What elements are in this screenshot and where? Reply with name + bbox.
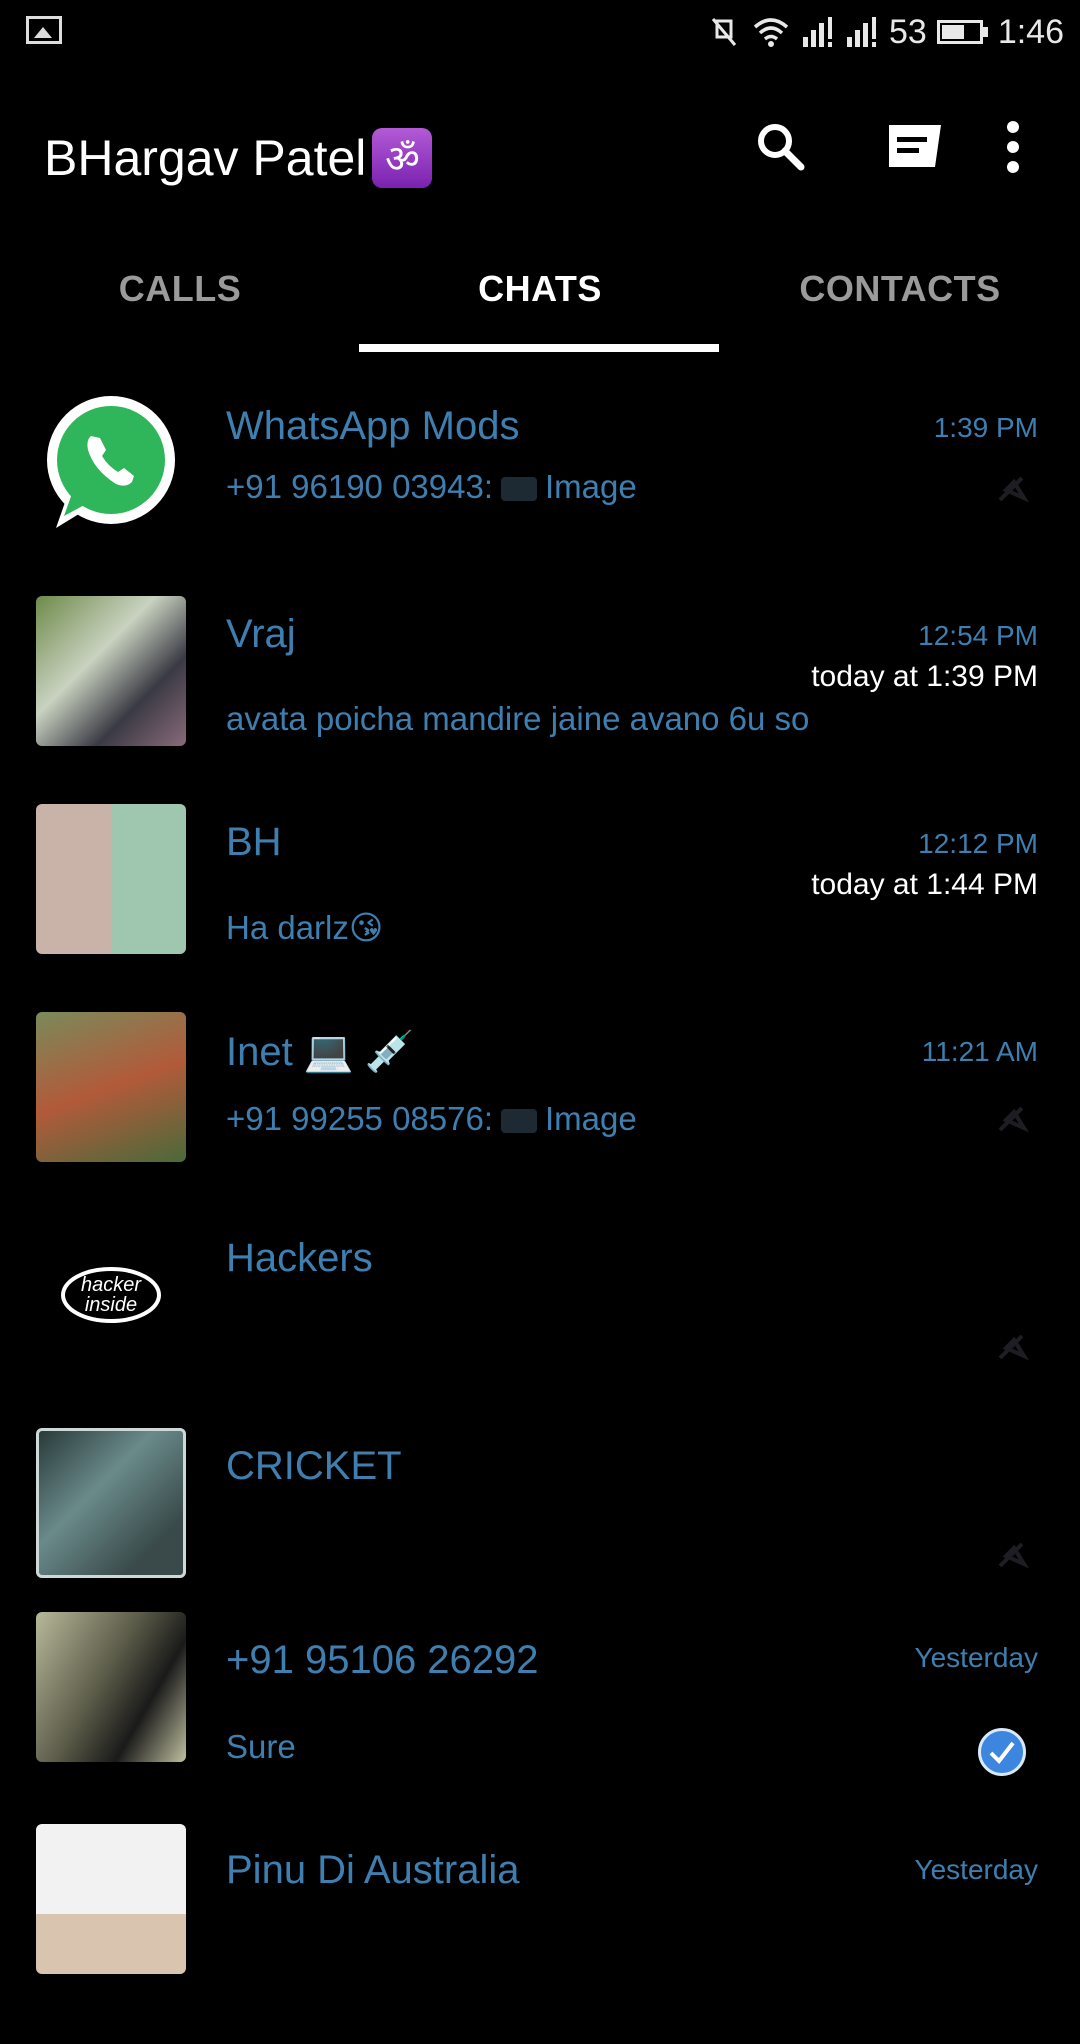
mute-icon xyxy=(998,1106,1030,1133)
chat-row-hackers[interactable]: hacker inside Hackers xyxy=(0,1212,1080,1420)
notification-text: today at 1:39 PM xyxy=(811,660,1038,693)
chat-time: Yesterday xyxy=(914,1854,1039,1885)
status-bar: 53 1:46 xyxy=(0,0,1080,66)
chat-row-vraj[interactable]: Vraj 12:54 PM today at 1:39 PM avata poi… xyxy=(0,588,1080,796)
chat-preview: +91 96190 03943: Image xyxy=(226,468,637,506)
chat-row-cricket[interactable]: CRICKET xyxy=(0,1420,1080,1628)
app-header: BHargav Patel ॐ xyxy=(0,100,1080,210)
mute-icon xyxy=(998,1334,1030,1361)
signal-icon xyxy=(846,17,876,47)
more-vert-icon[interactable] xyxy=(978,112,1048,182)
status-icons: 53 1:46 xyxy=(707,10,1064,54)
tab-calls[interactable]: CALLS xyxy=(0,250,360,354)
chat-name: Vraj xyxy=(226,612,296,656)
chat-time: Yesterday xyxy=(914,1642,1039,1673)
tab-chats[interactable]: CHATS xyxy=(360,250,720,354)
avatar: hacker inside xyxy=(36,1220,186,1370)
mute-icon xyxy=(711,18,737,46)
camera-icon xyxy=(501,1109,538,1134)
avatar xyxy=(36,596,186,746)
chat-sender: +91 99255 08576: xyxy=(226,1100,494,1137)
chat-row-pinu[interactable]: Pinu Di Australia Yesterday xyxy=(0,1824,1080,2044)
avatar xyxy=(36,804,186,954)
tab-contacts[interactable]: CONTACTS xyxy=(720,250,1080,354)
chat-name: Pinu Di Australia xyxy=(226,1848,520,1892)
chat-name: +91 95106 26292 xyxy=(226,1638,539,1682)
chat-preview: +91 99255 08576: Image xyxy=(226,1100,637,1138)
chat-name: Inet 💻 💉 xyxy=(226,1030,415,1074)
chat-row-contact[interactable]: +91 95106 26292 Yesterday Sure xyxy=(0,1612,1080,1836)
chat-time: 1:39 PM xyxy=(933,412,1038,443)
avatar-text: hacker inside xyxy=(80,1274,142,1316)
chat-preview: avata poicha mandire jaine avano 6u so xyxy=(226,700,810,737)
tab-indicator xyxy=(359,344,719,352)
battery-icon xyxy=(936,20,988,44)
chat-time: 11:21 AM xyxy=(921,1036,1038,1067)
chat-time: 12:12 PM xyxy=(918,828,1038,859)
chat-preview: Sure xyxy=(226,1728,296,1765)
new-chat-icon[interactable] xyxy=(880,112,950,182)
status-time: 1:46 xyxy=(997,12,1064,51)
avatar xyxy=(36,1012,186,1162)
camera-icon xyxy=(501,477,538,502)
signal-icon xyxy=(802,17,832,47)
chat-row-inet[interactable]: Inet 💻 💉 11:21 AM +91 99255 08576: Image xyxy=(0,1004,1080,1212)
search-icon[interactable] xyxy=(746,112,816,182)
chat-name: BH xyxy=(226,820,282,864)
gallery-icon xyxy=(26,16,62,44)
avatar xyxy=(36,1612,186,1762)
avatar xyxy=(36,1824,186,1974)
avatar xyxy=(36,1428,186,1578)
chat-message: Image xyxy=(545,468,637,505)
chat-name: WhatsApp Mods xyxy=(226,404,520,448)
app-title-text: BHargav Patel xyxy=(44,130,367,186)
chat-row-bh[interactable]: BH 12:12 PM today at 1:44 PM Ha darlz😘 xyxy=(0,796,1080,1004)
mute-icon xyxy=(998,1542,1030,1569)
chat-name: CRICKET xyxy=(226,1444,402,1488)
mute-icon xyxy=(998,476,1030,503)
avatar xyxy=(36,388,186,538)
chat-preview: Ha darlz😘 xyxy=(226,909,384,946)
om-emoji: ॐ xyxy=(372,128,433,188)
chat-time: 12:54 PM xyxy=(918,620,1038,651)
battery-level: 53 xyxy=(888,12,927,51)
chat-message: Image xyxy=(545,1100,637,1137)
chat-name: Hackers xyxy=(226,1236,373,1280)
tab-bar: CALLS CHATS CONTACTS xyxy=(0,250,1080,354)
app-title: BHargav Patel ॐ xyxy=(44,128,433,188)
check-badge-icon xyxy=(978,1728,1026,1776)
chat-sender: +91 96190 03943: xyxy=(226,468,494,505)
notification-text: today at 1:44 PM xyxy=(811,868,1038,901)
wifi-icon xyxy=(753,18,789,47)
chat-row-whatsapp-mods[interactable]: WhatsApp Mods 1:39 PM +91 96190 03943: Im… xyxy=(0,380,1080,588)
